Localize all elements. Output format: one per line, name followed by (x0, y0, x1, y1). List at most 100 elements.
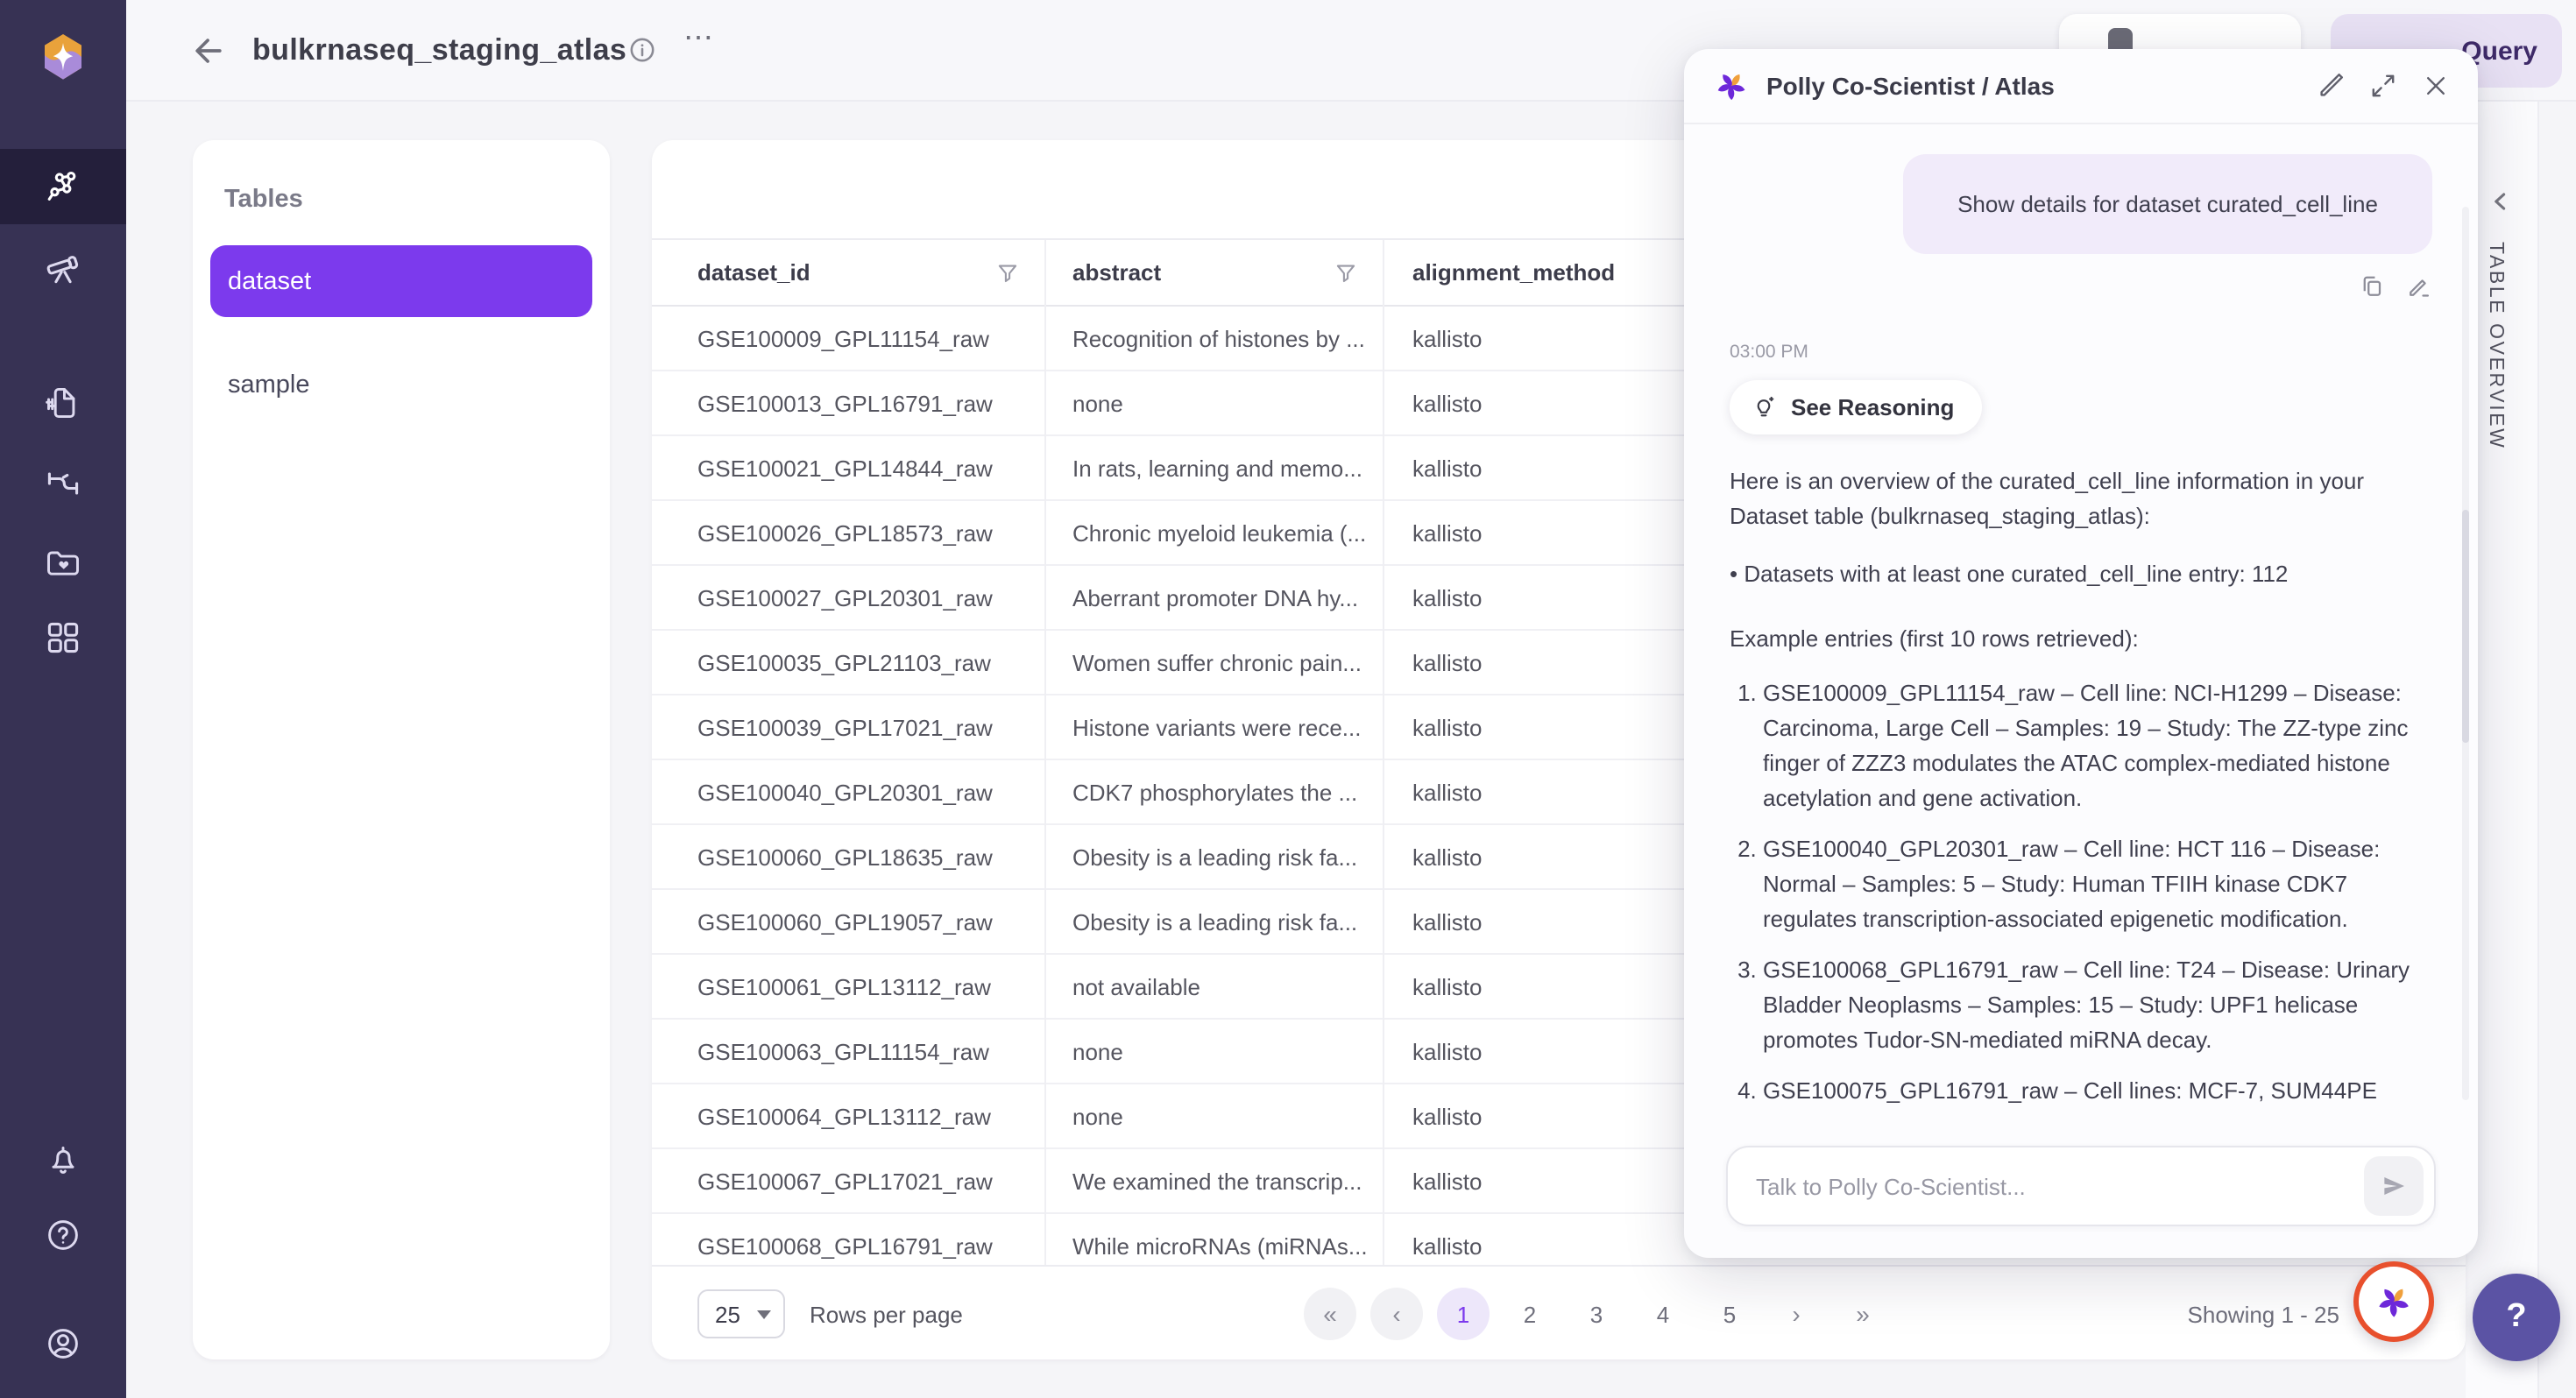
assistant-bullet: • Datasets with at least one curated_cel… (1730, 561, 2289, 587)
cell-abstract: Women suffer chronic pain... (1072, 649, 1362, 675)
polly-pinwheel-icon (1717, 74, 1745, 101)
notifications-bell-icon (52, 1145, 74, 1173)
cell-abstract: Obesity is a leading risk fa... (1072, 908, 1358, 935)
cell-dataset-id: GSE100013_GPL16791_raw (697, 390, 993, 416)
polly-pinwheel-icon (2379, 1289, 2409, 1317)
example-list-item: GSE100009_GPL11154_raw – Cell line: NCI-… (1763, 676, 2432, 816)
chat-scrollbar[interactable] (2462, 207, 2469, 1100)
help-fab-label: ? (2506, 1298, 2527, 1335)
sidebar-item-discover[interactable] (0, 229, 126, 305)
tables-item-dataset[interactable]: dataset (210, 245, 592, 317)
next-page-button[interactable]: › (1770, 1288, 1822, 1340)
cell-abstract: While microRNAs (miRNAs... (1072, 1232, 1368, 1259)
examples-heading: Example entries (first 10 rows retrieved… (1730, 625, 2139, 652)
edit-pencil-icon[interactable] (2406, 273, 2432, 300)
sidebar-item-pipelines[interactable] (0, 445, 126, 520)
cell-abstract: Chronic myeloid leukemia (... (1072, 519, 1367, 546)
column-divider (1044, 240, 1046, 1265)
cell-abstract: We examined the transcrip... (1072, 1168, 1362, 1194)
assistant-intro: Here is an overview of the curated_cell_… (1730, 468, 2365, 529)
page-title: bulkrnaseq_staging_atlas (252, 33, 627, 67)
tables-panel: Tables dataset sample (193, 140, 610, 1359)
polly-assistant-fab[interactable] (2353, 1261, 2434, 1342)
cell-dataset-id: GSE100067_GPL17021_raw (697, 1168, 993, 1194)
chevron-down-icon (757, 1310, 771, 1318)
filter-icon[interactable] (995, 260, 1020, 285)
cell-abstract: none (1072, 1103, 1123, 1129)
page-button[interactable]: 2 (1504, 1288, 1556, 1340)
page-button[interactable]: 5 (1703, 1288, 1756, 1340)
column-divider (1383, 240, 1384, 1265)
telescope-icon (46, 255, 79, 283)
rows-per-page-select[interactable]: 25 (697, 1289, 785, 1338)
table-overview-label[interactable]: TABLE OVERVIEW (2485, 242, 2506, 450)
copilot-title: Polly Co-Scientist / Atlas (1766, 72, 2055, 100)
copilot-header: Polly Co-Scientist / Atlas (1684, 49, 2478, 124)
page-button[interactable]: 1 (1437, 1288, 1490, 1340)
cell-abstract: none (1072, 390, 1123, 416)
rows-per-page-label: Rows per page (810, 1302, 963, 1328)
help-fab[interactable]: ? (2473, 1274, 2560, 1361)
send-button[interactable] (2364, 1156, 2424, 1216)
sidebar-item-notifications[interactable] (0, 1121, 126, 1197)
cell-dataset-id: GSE100063_GPL11154_raw (697, 1038, 989, 1064)
message-actions (1730, 273, 2432, 300)
cell-abstract: In rats, learning and memo... (1072, 455, 1362, 481)
cell-abstract: Aberrant promoter DNA hy... (1072, 584, 1359, 611)
cell-dataset-id: GSE100064_GPL13112_raw (697, 1103, 991, 1129)
page-button[interactable]: 3 (1570, 1288, 1623, 1340)
cell-abstract: Obesity is a leading risk fa... (1072, 844, 1358, 870)
close-icon[interactable] (2422, 72, 2450, 100)
sidebar-item-projects[interactable] (0, 524, 126, 599)
cell-abstract: Histone variants were rece... (1072, 714, 1362, 740)
account-icon (48, 1328, 78, 1358)
pager: « ‹ 1 2 3 4 5 › » (1304, 1288, 1889, 1340)
app-root: bulkrnaseq_staging_atlas ⋯ Tables datase… (0, 0, 2576, 1398)
filter-icon[interactable] (1334, 260, 1358, 285)
pagination-bar: 25 Rows per page « ‹ 1 2 3 4 5 › » Showi… (652, 1265, 2466, 1359)
polly-logo-icon[interactable] (42, 33, 84, 81)
sidebar (0, 0, 126, 1398)
expand-icon[interactable] (2369, 72, 2397, 100)
message-timestamp: 03:00 PM (1730, 342, 1808, 363)
sidebar-item-apps[interactable] (0, 599, 126, 674)
see-reasoning-button[interactable]: See Reasoning (1730, 380, 1983, 434)
sidebar-item-account[interactable] (0, 1305, 126, 1380)
cell-dataset-id: GSE100009_GPL11154_raw (697, 325, 989, 351)
lightbulb-icon (1757, 396, 1774, 417)
folder-heart-icon (47, 550, 79, 575)
sidebar-item-atlas[interactable] (0, 149, 126, 224)
chat-scrollbar-thumb[interactable] (2462, 510, 2469, 743)
cell-abstract: not available (1072, 973, 1200, 999)
cell-abstract: CDK7 phosphorylates the ... (1072, 779, 1358, 805)
example-list-item: GSE100075_GPL16791_raw – Cell lines: MCF… (1763, 1074, 2432, 1109)
cell-dataset-id: GSE100068_GPL16791_raw (697, 1232, 993, 1259)
collapse-chevron-icon[interactable] (2488, 189, 2513, 214)
chat-input[interactable] (1728, 1173, 2364, 1199)
help-circle-icon (48, 1219, 78, 1249)
showing-range-label: Showing 1 - 25 (2187, 1302, 2339, 1328)
cell-dataset-id: GSE100021_GPL14844_raw (697, 455, 993, 481)
info-icon[interactable] (627, 35, 657, 65)
tables-item-sample[interactable]: sample (210, 349, 592, 420)
chat-input-container (1726, 1146, 2436, 1226)
back-button[interactable] (189, 32, 228, 70)
tables-panel-title: Tables (224, 186, 303, 214)
previous-page-button[interactable]: ‹ (1370, 1288, 1423, 1340)
sidebar-item-help[interactable] (0, 1197, 126, 1272)
file-settings-icon (46, 386, 75, 418)
cell-dataset-id: GSE100027_GPL20301_raw (697, 584, 993, 611)
cell-dataset-id: GSE100039_GPL17021_raw (697, 714, 993, 740)
send-icon (2384, 1177, 2404, 1195)
last-page-button[interactable]: » (1836, 1288, 1889, 1340)
pipelines-icon (47, 471, 79, 494)
copy-icon[interactable] (2359, 273, 2385, 300)
page-button[interactable]: 4 (1637, 1288, 1689, 1340)
cell-dataset-id: GSE100026_GPL18573_raw (697, 519, 993, 546)
more-options-icon[interactable]: ⋯ (683, 21, 717, 56)
cell-dataset-id: GSE100061_GPL13112_raw (697, 973, 991, 999)
new-chat-pencil-icon[interactable] (2317, 72, 2345, 100)
sidebar-item-data-files[interactable] (0, 364, 126, 440)
column-header-abstract: abstract (1044, 259, 1383, 286)
first-page-button[interactable]: « (1304, 1288, 1356, 1340)
